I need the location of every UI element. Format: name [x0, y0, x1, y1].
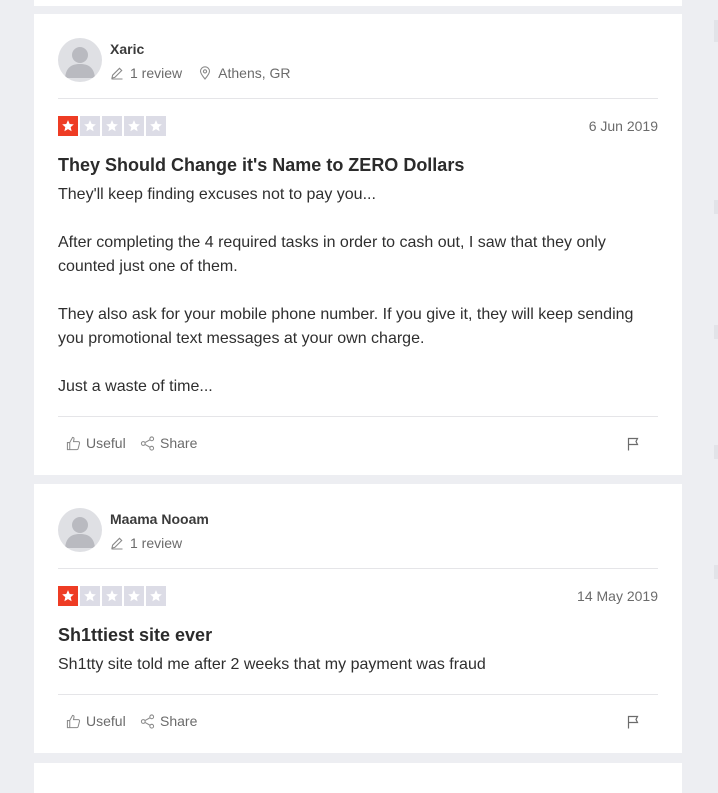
- consumer-name[interactable]: Xaric: [110, 41, 144, 57]
- location-label: Athens, GR: [218, 65, 291, 81]
- flag-button[interactable]: [626, 715, 640, 734]
- useful-label: Useful: [86, 435, 126, 451]
- review-count: 1 review: [110, 535, 182, 551]
- location-pin-icon: [200, 66, 211, 80]
- review-count-label: 1 review: [130, 535, 183, 551]
- useful-label: Useful: [86, 713, 126, 729]
- review-date: 6 Jun 2019: [588, 118, 658, 134]
- consumer-info: Xaric 1 review Athens, GR: [58, 14, 658, 98]
- consumer-info: Maama Nooam 1 review: [58, 484, 658, 568]
- pencil-icon: [111, 67, 123, 80]
- star-icon: [80, 586, 100, 606]
- avatar[interactable]: [58, 38, 102, 82]
- share-button[interactable]: Share: [140, 713, 197, 729]
- star-icon: [124, 116, 144, 136]
- share-label: Share: [160, 435, 198, 451]
- review-count-label: 1 review: [130, 65, 183, 81]
- scroll-edge: [714, 445, 718, 459]
- star-icon: [80, 116, 100, 136]
- star-icon: [124, 586, 144, 606]
- review-actions: Useful Share: [58, 695, 658, 747]
- thumbs-up-icon: [66, 436, 81, 450]
- previous-review-card: [34, 0, 682, 6]
- scroll-edge: [714, 565, 718, 579]
- rating-row: 14 May 2019: [58, 569, 658, 623]
- avatar-placeholder: [65, 47, 95, 78]
- consumer-meta: 1 review Athens, GR: [110, 65, 307, 81]
- flag-icon: [627, 437, 639, 451]
- share-icon: [140, 713, 155, 729]
- flag-button[interactable]: [626, 437, 640, 456]
- review-date: 14 May 2019: [577, 588, 658, 604]
- star-rating: [58, 586, 168, 606]
- review-body: They'll keep finding excuses not to pay …: [58, 186, 634, 395]
- review-title[interactable]: They Should Change it's Name to ZERO Dol…: [58, 153, 658, 177]
- consumer-meta: 1 review: [110, 535, 198, 551]
- review-card: Maama Nooam 1 review 14 May 2019 Sh1ttie…: [34, 484, 682, 753]
- useful-button[interactable]: Useful: [66, 713, 126, 729]
- star-icon: [58, 116, 78, 136]
- next-review-card: [34, 763, 682, 793]
- avatar-placeholder: [65, 517, 95, 548]
- star-icon: [102, 116, 122, 136]
- avatar[interactable]: [58, 508, 102, 552]
- review-count: 1 review: [110, 65, 182, 81]
- review-title[interactable]: Sh1ttiest site ever: [58, 623, 658, 647]
- thumbs-up-icon: [66, 714, 81, 728]
- share-label: Share: [160, 713, 198, 729]
- review-card: Xaric 1 review Athens, GR 6 Jun 2019 The…: [34, 14, 682, 475]
- flag-icon: [627, 715, 639, 729]
- star-rating: [58, 116, 168, 136]
- scroll-edge: [714, 325, 718, 339]
- location: Athens, GR: [198, 65, 291, 81]
- star-icon: [102, 586, 122, 606]
- star-icon: [146, 586, 166, 606]
- scroll-edge: [714, 20, 718, 42]
- review-actions: Useful Share: [58, 417, 658, 469]
- rating-row: 6 Jun 2019: [58, 99, 658, 153]
- review-body: Sh1tty site told me after 2 weeks that m…: [58, 656, 486, 673]
- star-icon: [146, 116, 166, 136]
- consumer-name[interactable]: Maama Nooam: [110, 511, 209, 527]
- useful-button[interactable]: Useful: [66, 435, 126, 451]
- share-icon: [140, 435, 155, 451]
- star-icon: [58, 586, 78, 606]
- pencil-icon: [111, 537, 123, 550]
- scroll-edge: [714, 200, 718, 214]
- share-button[interactable]: Share: [140, 435, 197, 451]
